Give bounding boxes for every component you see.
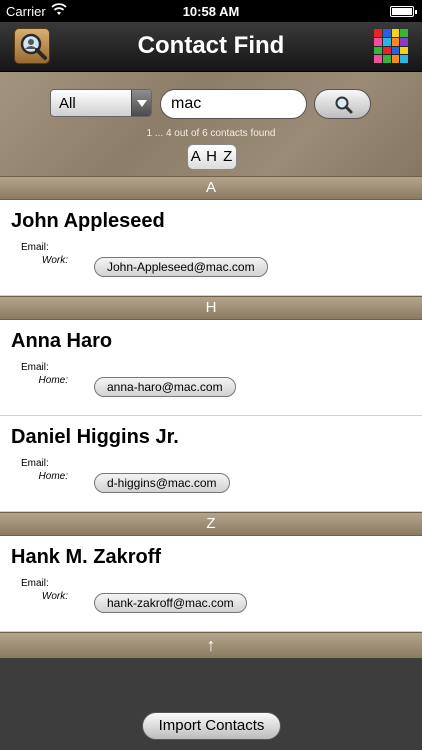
email-label: Email: [21,362,49,373]
nav-bar: Contact Find [0,22,422,72]
filter-select[interactable]: All [50,89,152,117]
contact-name: Anna Haro [11,330,113,352]
email-button[interactable]: d-higgins@mac.com [94,473,230,493]
grid-cell [391,46,400,55]
contact-name: John Appleseed [11,210,165,232]
grid-cell [374,55,382,63]
grid-cell [391,29,400,37]
color-grid-icon[interactable] [374,29,408,63]
import-contacts-button[interactable]: Import Contacts [142,712,281,740]
email-type: Home: [38,375,68,386]
email-button[interactable]: John-Appleseed@mac.com [94,257,268,277]
search-input[interactable] [160,89,307,119]
result-count: 1 ... 4 out of 6 contacts found [146,128,276,139]
email-button[interactable]: anna-haro@mac.com [94,377,236,397]
grid-cell [374,29,382,37]
grid-cell [400,55,408,63]
index-button[interactable]: A H Z [187,144,237,170]
grid-cell [374,46,382,55]
grid-cell [382,55,391,63]
search-panel: All 1 ... 4 out of 6 contacts found A H … [0,72,422,176]
grid-cell [391,55,400,63]
clock: 10:58 AM [182,4,240,19]
search-icon [335,96,353,114]
list-item[interactable]: Daniel Higgins Jr. Email: Home: d-higgin… [0,416,422,512]
list-item[interactable]: Hank M. Zakroff Email: Work: hank-zakrof… [0,536,422,632]
grid-cell [382,46,391,55]
grid-cell [400,29,408,37]
list-item[interactable]: John Appleseed Email: Work: John-Applese… [0,200,422,296]
grid-cell [400,46,408,55]
email-type: Work: [41,255,68,266]
section-header-a: A [0,176,422,200]
grid-cell [374,37,382,46]
section-header-h: H [0,296,422,320]
status-bar: Carrier 10:58 AM [0,0,422,22]
email-label: Email: [21,458,49,469]
email-button[interactable]: hank-zakroff@mac.com [94,593,247,613]
email-label: Email: [21,242,49,253]
grid-cell [400,37,408,46]
email-type: Home: [38,471,68,482]
email-type: Work: [41,591,68,602]
grid-cell [382,37,391,46]
scroll-to-top-button[interactable]: ↑ [0,632,422,658]
grid-cell [391,37,400,46]
section-header-z: Z [0,512,422,536]
grid-cell [382,29,391,37]
contact-name: Daniel Higgins Jr. [11,426,179,448]
chevron-down-icon [131,90,151,116]
filter-value: All [59,95,76,112]
page-title: Contact Find [137,32,285,59]
list-item[interactable]: Anna Haro Email: Home: anna-haro@mac.com [0,320,422,416]
bottom-bar: Import Contacts [0,658,422,750]
battery-icon [390,6,417,17]
search-button[interactable] [314,89,371,119]
contact-name: Hank M. Zakroff [11,546,162,568]
email-label: Email: [21,578,49,589]
